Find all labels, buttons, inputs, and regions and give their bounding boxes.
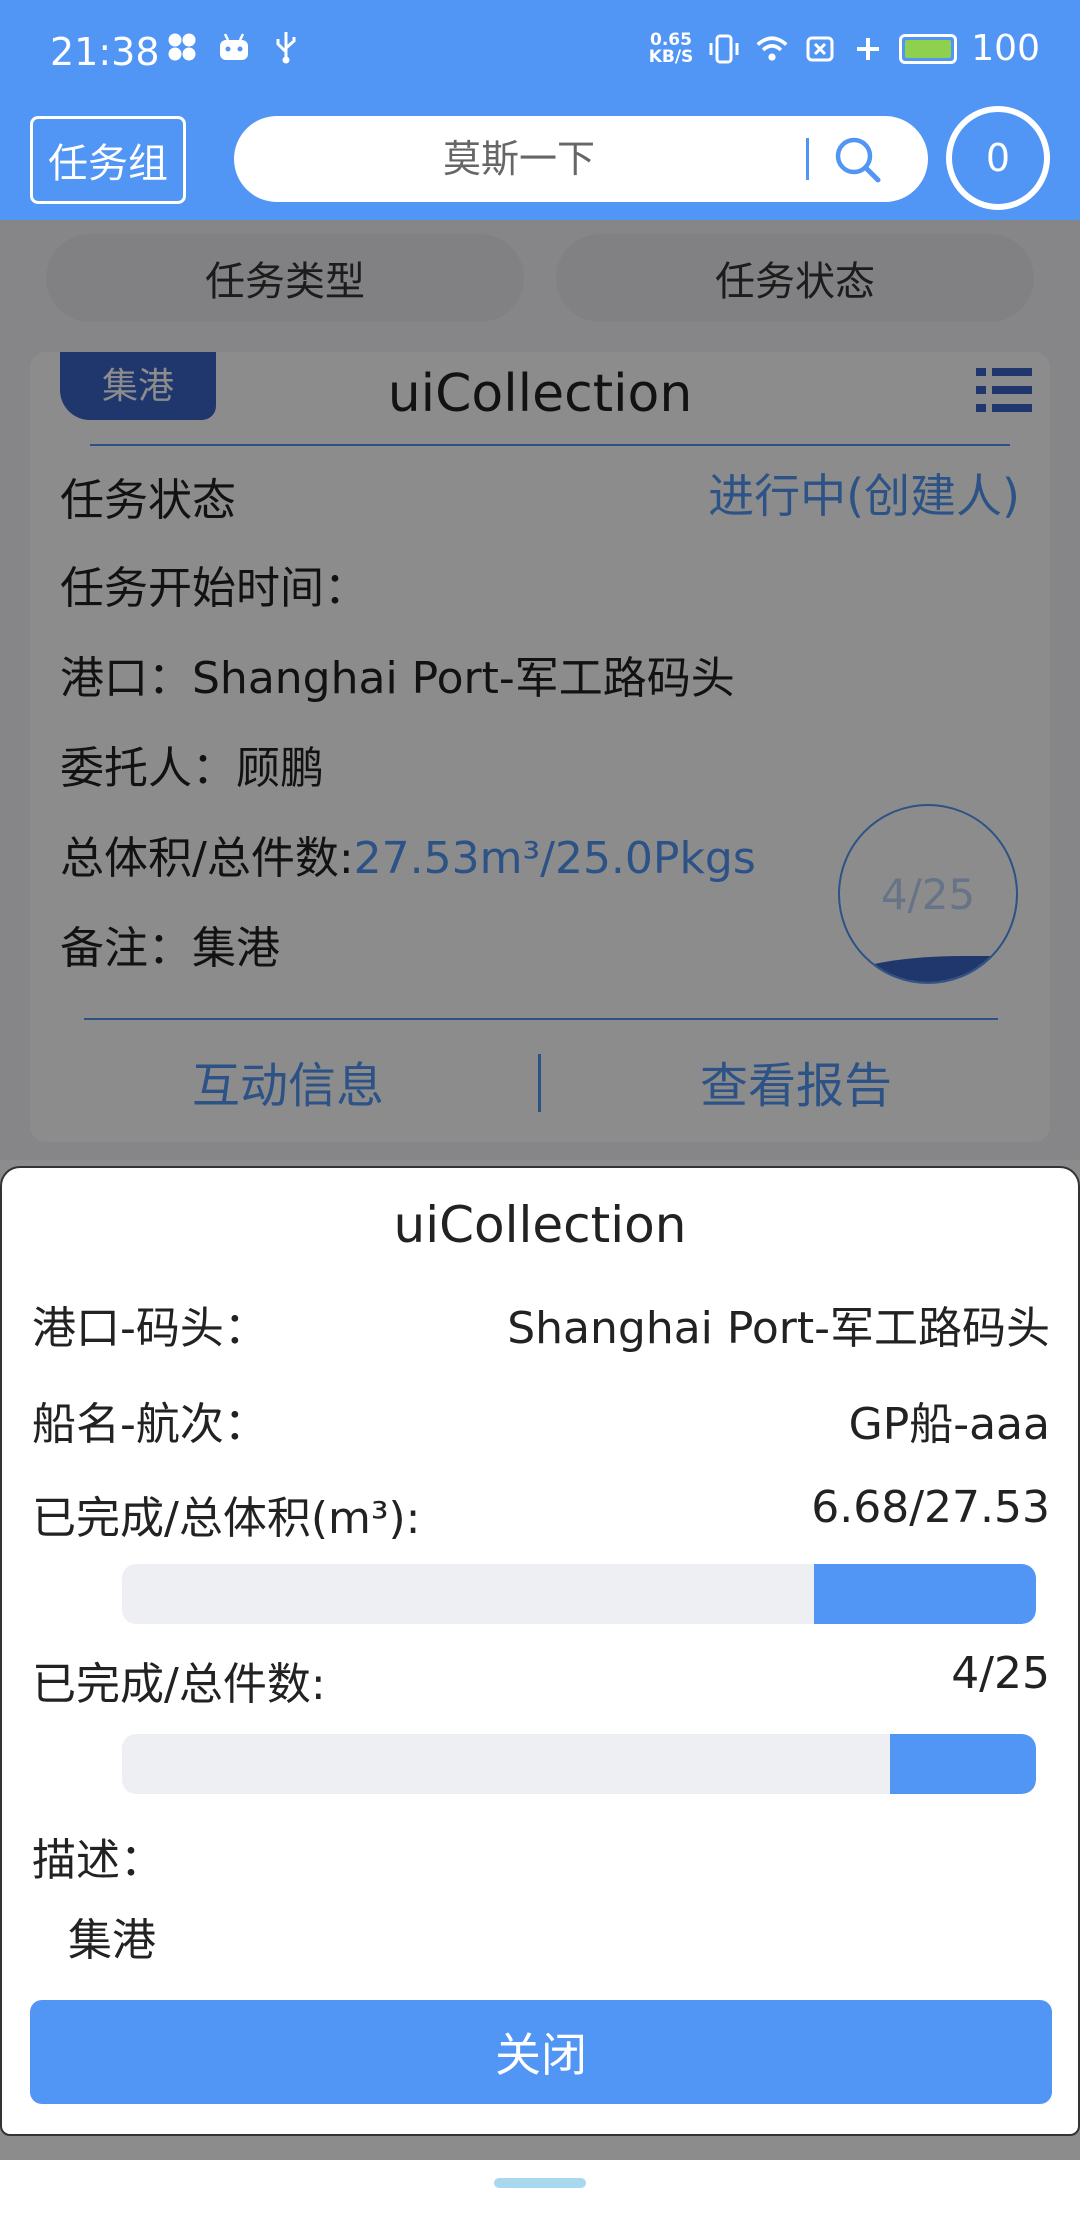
clock: 21:38 bbox=[50, 30, 160, 74]
network-speed-unit: KB/S bbox=[648, 46, 694, 67]
volume-progress-fill bbox=[814, 1564, 1036, 1624]
search-divider bbox=[806, 138, 809, 180]
volume-progress-value: 6.68/27.53 bbox=[811, 1482, 1050, 1533]
usb-icon bbox=[269, 30, 303, 64]
detail-sheet: uiCollection 港口-码头： Shanghai Port-军工路码头 … bbox=[0, 1166, 1080, 2136]
volume-progress-bar bbox=[122, 1564, 1036, 1624]
pieces-progress-label: 已完成/总件数: bbox=[32, 1659, 326, 1710]
task-group-button[interactable]: 任务组 bbox=[30, 116, 186, 204]
description-value: 集港 bbox=[68, 1915, 156, 1966]
search-box[interactable]: 莫斯一下 bbox=[234, 116, 928, 202]
home-indicator[interactable] bbox=[494, 2178, 586, 2188]
volume-progress-label: 已完成/总体积(m³): bbox=[32, 1493, 421, 1544]
system-indicators: 0.65 KB/S 100 bbox=[649, 28, 1040, 69]
ship-voyage-value: GP船-aaa bbox=[848, 1399, 1050, 1450]
battery-level: 100 bbox=[971, 28, 1040, 69]
status-bar: 21:38 0.65 KB/S 100 bbox=[0, 0, 1080, 84]
sheet-title: uiCollection bbox=[393, 1196, 687, 1254]
task-count-badge[interactable]: 0 bbox=[946, 106, 1050, 210]
search-input[interactable]: 莫斯一下 bbox=[234, 116, 804, 202]
no-sim-icon bbox=[803, 32, 837, 66]
network-speed: 0.65 KB/S bbox=[648, 29, 694, 67]
wifi-icon bbox=[755, 32, 789, 66]
pieces-progress-bar bbox=[122, 1734, 1036, 1794]
pieces-progress-fill bbox=[889, 1734, 1036, 1794]
description-label: 描述： bbox=[32, 1835, 164, 1886]
top-app-bar: 任务组 莫斯一下 0 bbox=[0, 84, 1080, 220]
charging-plus-icon bbox=[851, 32, 885, 66]
vibrate-icon bbox=[707, 32, 741, 66]
app-grid-icon bbox=[165, 30, 199, 64]
battery-icon bbox=[899, 33, 958, 64]
close-button[interactable]: 关闭 bbox=[30, 2000, 1052, 2104]
port-dock-value: Shanghai Port-军工路码头 bbox=[507, 1303, 1050, 1354]
network-speed-value: 0.65 bbox=[650, 29, 692, 50]
search-icon[interactable] bbox=[830, 132, 886, 192]
port-dock-label: 港口-码头： bbox=[32, 1303, 268, 1354]
ship-voyage-label: 船名-航次： bbox=[32, 1399, 268, 1450]
notification-icons bbox=[165, 30, 303, 64]
pieces-progress-value: 4/25 bbox=[951, 1648, 1050, 1699]
android-icon bbox=[217, 30, 251, 64]
